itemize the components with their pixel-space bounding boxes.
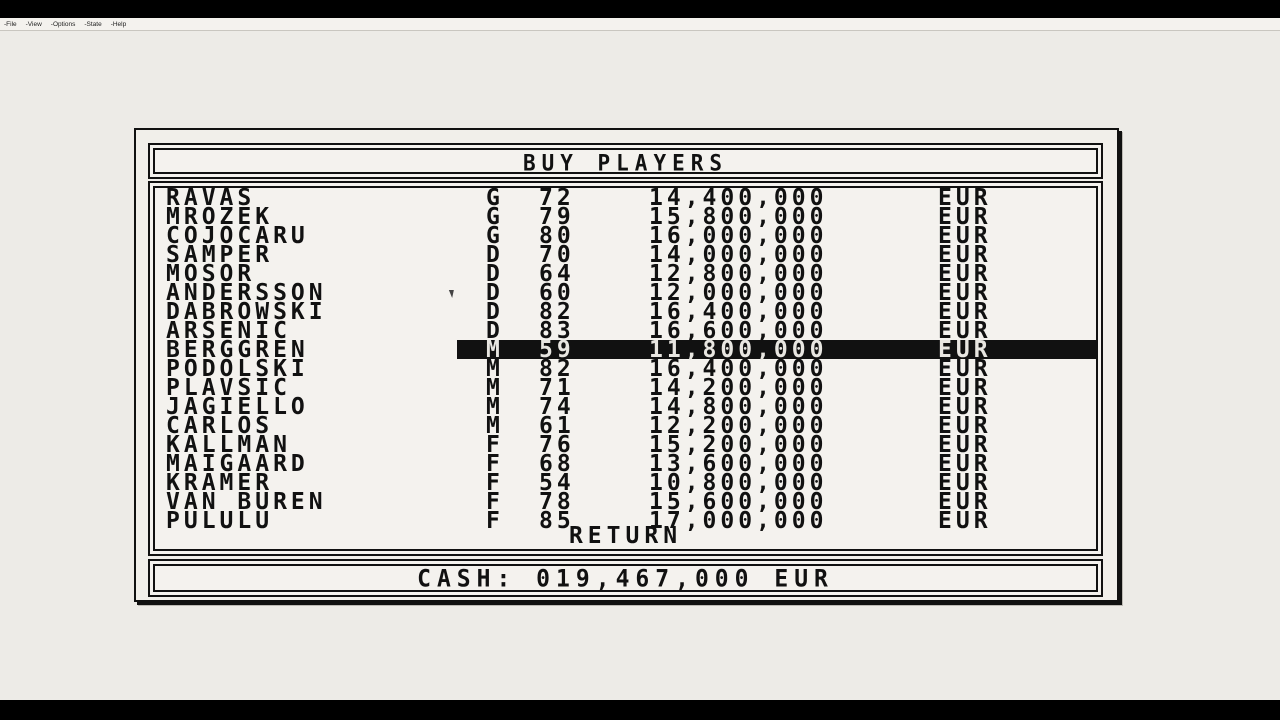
menu-options[interactable]: -Options xyxy=(51,21,76,28)
top-black-bar xyxy=(0,0,1280,18)
emulator-menu-bar: -File -View -Options -State -Help xyxy=(0,18,1280,31)
menu-view[interactable]: -View xyxy=(26,21,42,28)
menu-state[interactable]: -State xyxy=(84,21,101,28)
bottom-black-bar xyxy=(0,700,1280,720)
cash-readout: CASH: 019,467,000 EUR xyxy=(417,565,834,593)
return-button[interactable]: RETURN xyxy=(155,523,1096,549)
player-list-panel: RAVAS G 72 14,400,000 EUR MROZEK G 79 15,800,000… xyxy=(150,183,1101,554)
title-panel: BUY PLAYERS xyxy=(150,145,1101,177)
cash-panel: CASH: 019,467,000 EUR xyxy=(150,561,1101,595)
menu-file[interactable]: -File xyxy=(4,21,17,28)
return-label: RETURN xyxy=(568,523,683,549)
buy-players-screen: BUY PLAYERS RAVAS G 72 14,400,000 EUR MROZEK G… xyxy=(134,128,1119,602)
menu-help[interactable]: -Help xyxy=(111,21,127,28)
screen-title: BUY PLAYERS xyxy=(522,150,729,176)
